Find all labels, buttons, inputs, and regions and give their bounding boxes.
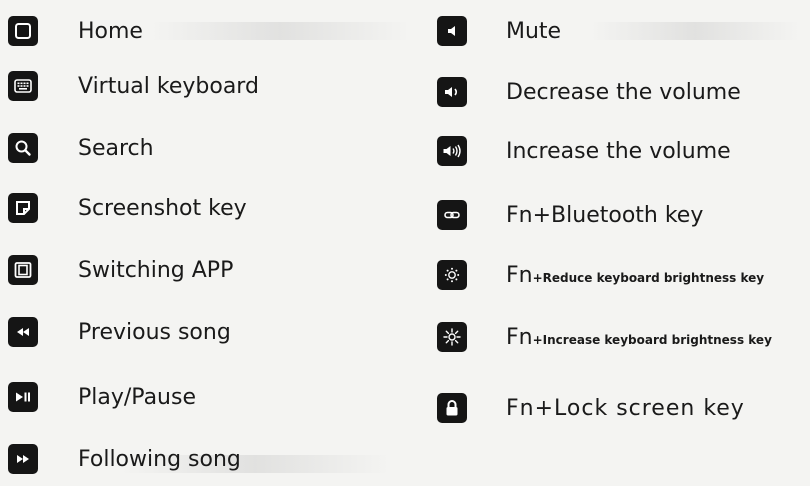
play-pause-icon — [8, 382, 38, 412]
key-row-screenshot: Screenshot key — [8, 188, 247, 228]
scan-texture — [590, 22, 800, 40]
key-row-bluetooth: Fn+Bluetooth key — [437, 195, 703, 235]
key-row-switch-app: Switching APP — [8, 250, 233, 290]
volume-down-icon — [437, 77, 467, 107]
key-label: Decrease the volume — [506, 79, 741, 105]
key-label: Search — [78, 135, 154, 161]
search-icon — [8, 133, 38, 163]
key-label: +Increase keyboard brightness key — [532, 332, 772, 347]
key-label: Previous song — [78, 319, 231, 345]
key-row-search: Search — [8, 128, 154, 168]
key-label: +Reduce keyboard brightness key — [532, 270, 765, 285]
key-label: Fn+Lock screen key — [506, 395, 745, 421]
switch-app-icon — [8, 255, 38, 285]
fn-label: Fn — [506, 202, 533, 228]
key-label: Following song — [78, 446, 241, 472]
next-song-icon — [8, 444, 38, 474]
virtual-keyboard-icon — [8, 71, 38, 101]
key-row-previous-song: Previous song — [8, 312, 231, 352]
key-row-brightness-down: Fn+Reduce keyboard brightness key — [437, 255, 764, 295]
key-row-lock-screen: Fn+Lock screen key — [437, 388, 745, 428]
fn-label: Fn — [506, 324, 533, 350]
volume-up-icon — [437, 136, 467, 166]
screenshot-icon — [8, 193, 38, 223]
key-row-virtual-keyboard: Virtual keyboard — [8, 66, 259, 106]
key-label: Increase the volume — [506, 138, 731, 164]
home-icon — [8, 16, 38, 46]
key-label: Virtual keyboard — [78, 73, 259, 99]
previous-song-icon — [8, 317, 38, 347]
key-label: Home — [78, 18, 143, 44]
key-row-home: Home — [8, 11, 143, 51]
key-row-play-pause: Play/Pause — [8, 377, 196, 417]
key-label: Mute — [506, 18, 562, 44]
key-row-mute: Mute — [437, 11, 561, 51]
key-row-following-song: Following song — [8, 439, 241, 479]
brightness-down-icon — [437, 260, 467, 290]
key-row-volume-up: Increase the volume — [437, 131, 731, 171]
key-label: +Bluetooth key — [532, 202, 704, 228]
key-row-volume-down: Decrease the volume — [437, 72, 741, 112]
lock-icon — [437, 393, 467, 423]
bluetooth-link-icon — [437, 200, 467, 230]
brightness-up-icon — [437, 322, 467, 352]
mute-icon — [437, 16, 467, 46]
key-label: Switching APP — [78, 257, 234, 283]
key-label: Play/Pause — [78, 384, 196, 410]
fn-label: Fn — [506, 262, 533, 288]
key-row-brightness-up: Fn+Increase keyboard brightness key — [437, 317, 772, 357]
scan-texture — [150, 22, 410, 40]
key-label: Screenshot key — [78, 195, 247, 221]
